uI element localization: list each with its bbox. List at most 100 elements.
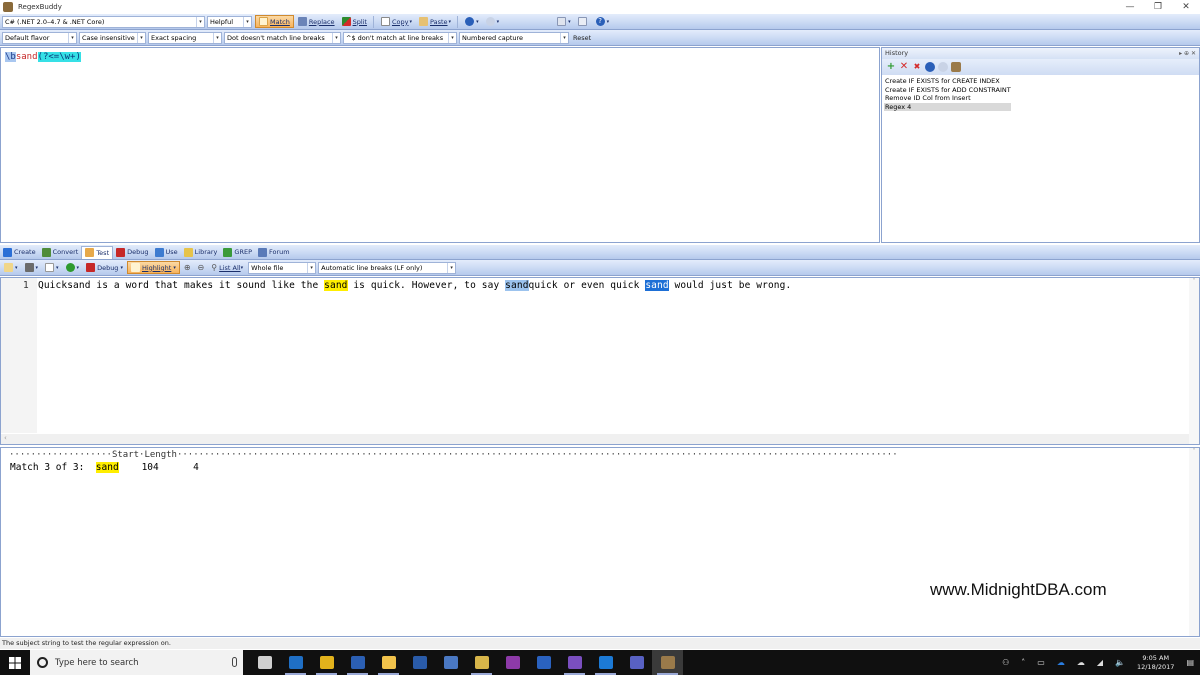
tab-test[interactable]: Test [81,245,114,259]
tab-convert[interactable]: Convert [39,246,82,259]
copy-label: Copy [391,17,409,26]
history-item[interactable]: Create IF EXISTS for CREATE INDEX [884,77,1011,86]
regexbuddy-icon[interactable] [951,62,961,72]
history-item[interactable]: Remove ID Col from Insert [884,94,1011,103]
minimize-button[interactable]: — [1116,0,1144,14]
panel-controls[interactable]: ▸ ⊕ ✕ [1179,48,1196,59]
taskbar-app-word[interactable] [342,650,373,675]
taskbar-app-chrome[interactable] [311,650,342,675]
case-select[interactable]: Case insensitive ▾ [79,31,146,44]
search-icon: ⚲ [211,263,218,272]
save-button[interactable]: ▾ [22,261,42,274]
taskbar-app-file-explorer[interactable] [373,650,404,675]
taskbar-app-teams[interactable] [621,650,652,675]
flavor-mode-select[interactable]: Default flavor ▾ [2,31,77,44]
tab-forum[interactable]: Forum [255,246,293,259]
watermark: www.MidnightDBA.com [930,580,1107,599]
restore-button[interactable]: ❐ [1144,0,1172,14]
tab-debug[interactable]: Debug [113,246,151,259]
replace-button[interactable]: Replace [295,15,338,28]
results-vertical-scrollbar[interactable]: ˄ [1189,448,1199,636]
chevron-down-icon: ▾ [496,18,500,25]
add-icon[interactable]: + [886,62,896,72]
cloud-icon[interactable]: ☁ [1077,658,1085,667]
test-subject-editor[interactable]: 1 Quicksand is a word that makes it soun… [0,277,1200,445]
dot-select[interactable]: Dot doesn't match line breaks ▾ [224,31,341,44]
taskbar-app-sql-tool[interactable] [466,650,497,675]
match-button[interactable]: Match [255,15,294,28]
regex-literal: sand [15,52,38,62]
chevron-down-icon: ▾ [68,32,76,43]
chevron-up-icon[interactable]: ˄ [1021,658,1025,667]
match-row[interactable]: Match 3 of 3: sand 104 4 [10,462,199,473]
taskbar-app-calculator[interactable] [528,650,559,675]
split-button[interactable]: Split [339,15,370,28]
taskbar-app-remote-desktop[interactable] [435,650,466,675]
redo-button[interactable]: ▾ [483,15,503,28]
clipboard-button[interactable]: ▾ [42,261,62,274]
line-breaks-select[interactable]: Automatic line breaks (LF only) ▾ [318,261,457,274]
move-down-icon[interactable] [938,62,948,72]
undo-button[interactable]: ▾ [462,15,482,28]
horizontal-scrollbar[interactable]: ‹ [1,434,1199,444]
network-device-icon[interactable]: ▭ [1037,658,1045,667]
reset-button[interactable]: Reset [570,31,594,44]
capture-value: Numbered capture [462,33,524,42]
regex-editor[interactable]: \bsand(?<=\w+) [0,47,880,243]
vertical-scrollbar[interactable]: ˄ [1189,278,1199,444]
save-icon [24,263,34,272]
taskbar-app-outlook[interactable] [280,650,311,675]
tab-library[interactable]: Library [181,246,221,259]
start-button[interactable] [0,650,30,675]
flavor-select[interactable]: C# (.NET 2.0–4.7 & .NET Core) ▾ [2,15,205,28]
taskbar-app-edge[interactable] [590,650,621,675]
copy-button[interactable]: Copy ▾ [378,15,415,28]
volume-icon[interactable]: 🔈 [1115,658,1125,667]
zoom-out-button[interactable]: ⊖ [195,261,208,274]
microphone-icon[interactable] [232,657,237,667]
taskbar-app-visual-studio[interactable] [559,650,590,675]
help-button[interactable]: ? ▾ [593,15,613,28]
delete-icon[interactable]: ✕ [899,62,909,72]
clock[interactable]: 9:05 AM 12/18/2017 [1137,654,1174,672]
history-item[interactable]: Create IF EXISTS for ADD CONSTRAINT [884,86,1011,95]
panels-button[interactable] [575,15,592,28]
chevron-down-icon: ▾ [448,32,456,43]
wifi-icon[interactable]: ◢ [1097,658,1103,667]
regexbuddy-icon [660,656,675,669]
taskbar-app-task-view[interactable] [249,650,280,675]
zoom-in-button[interactable]: ⊕ [181,261,194,274]
chevron-down-icon: ▾ [568,18,571,25]
close-button[interactable]: ✕ [1172,0,1200,14]
tab-create[interactable]: Create [0,246,39,259]
capture-select[interactable]: Numbered capture ▾ [459,31,569,44]
anchors-select[interactable]: ^$ don't match at line breaks ▾ [343,31,457,44]
text-segment: Quicksand is a word that makes it sound … [38,280,325,291]
match-length: 4 [193,462,199,473]
layout-button[interactable]: ▾ [554,15,574,28]
tab-use[interactable]: Use [152,246,181,259]
scope-select[interactable]: Whole file ▾ [248,261,317,274]
highlight-button[interactable]: Highlight ▾ [126,261,180,274]
delete-all-icon[interactable]: ✖ [912,62,922,72]
taskbar-search-box[interactable]: Type here to search [30,650,243,675]
move-up-icon[interactable] [925,62,935,72]
action-center-icon[interactable]: ▤ [1186,658,1194,667]
spacing-select[interactable]: Exact spacing ▾ [148,31,222,44]
tab-grep[interactable]: GREP [220,246,255,259]
helpfulness-select[interactable]: Helpful ▾ [207,15,252,28]
taskbar-app-onenote[interactable] [497,650,528,675]
taskbar-app-regexbuddy[interactable] [652,650,683,675]
people-icon[interactable]: ⚇ [1002,658,1009,667]
web-button[interactable]: ▾ [63,261,83,274]
chevron-down-icon: ▾ [137,32,145,43]
history-item-selected[interactable]: Regex 4 [884,102,1011,111]
paste-button[interactable]: Paste ▾ [416,15,454,28]
open-button[interactable]: ▾ [1,261,21,274]
debug-button[interactable]: Debug ▾ [83,261,126,274]
spacing-value: Exact spacing [151,33,197,42]
onedrive-icon[interactable]: ☁ [1057,658,1065,667]
windows-logo-icon [9,656,21,669]
list-all-button[interactable]: ⚲ List All ▾ [208,261,246,274]
taskbar-app-powershell[interactable] [404,650,435,675]
